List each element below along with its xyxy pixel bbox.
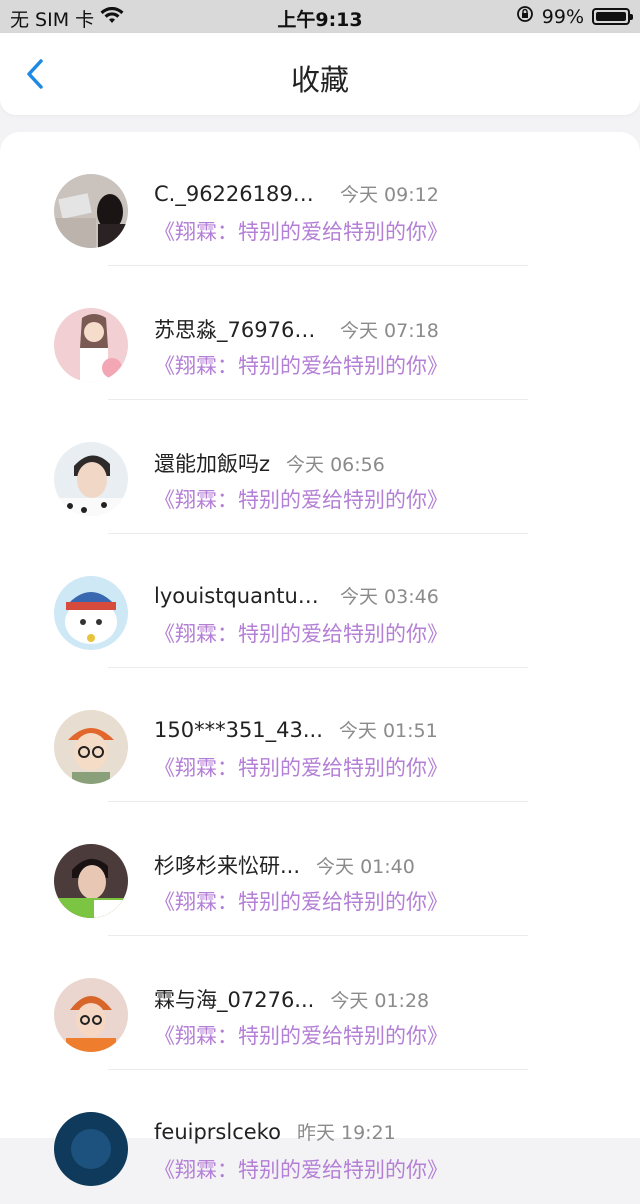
favorite-title[interactable]: 《翔霖：特别的爱给特别的你》: [154, 618, 448, 648]
battery-icon: [592, 8, 633, 25]
timestamp: 今天 06:56: [286, 454, 385, 476]
user-name: feuiprslceko: [154, 1120, 281, 1144]
timestamp: 今天 09:12: [340, 184, 439, 206]
timestamp: 今天 07:18: [340, 320, 439, 342]
avatar: [54, 844, 128, 918]
favorite-title[interactable]: 《翔霖：特别的爱给特别的你》: [154, 216, 448, 246]
timestamp: 今天 03:46: [340, 586, 439, 608]
user-name: 還能加飯吗z: [154, 452, 271, 476]
list-item[interactable]: 苏思淼_769761... 今天 07:18 《翔霖：特别的爱给特别的你》: [0, 266, 640, 400]
favorite-title[interactable]: 《翔霖：特别的爱给特别的你》: [154, 1020, 448, 1050]
user-name: C._962261891...: [154, 182, 324, 206]
user-name: 150***351_43...: [154, 718, 323, 742]
list-item[interactable]: 杉哆杉来忪研... 今天 01:40 《翔霖：特别的爱给特别的你》: [0, 802, 640, 936]
avatar: [54, 308, 128, 382]
orientation-lock-icon: [516, 5, 534, 28]
avatar: [54, 442, 128, 516]
user-name: 苏思淼_769761...: [154, 318, 324, 342]
list-item[interactable]: C._962261891... 今天 09:12 《翔霖：特别的爱给特别的你》: [0, 132, 640, 266]
favorite-title[interactable]: 《翔霖：特别的爱给特别的你》: [154, 752, 448, 782]
avatar: [54, 710, 128, 784]
favorite-title[interactable]: 《翔霖：特别的爱给特别的你》: [154, 484, 448, 514]
avatar: [54, 1112, 128, 1186]
page-title: 收藏: [290, 63, 349, 97]
list-item[interactable]: feuiprslceko 昨天 19:21 《翔霖：特别的爱给特别的你》: [0, 1070, 640, 1204]
timestamp: 今天 01:28: [330, 990, 430, 1012]
timestamp: 昨天 19:21: [296, 1122, 396, 1144]
list-item[interactable]: lyouistquantuo... 今天 03:46 《翔霖：特别的爱给特别的你…: [0, 534, 640, 668]
avatar: [54, 174, 128, 248]
battery-percent: 99%: [541, 5, 584, 28]
favorite-title[interactable]: 《翔霖：特别的爱给特别的你》: [154, 350, 448, 380]
list-item[interactable]: 還能加飯吗z 今天 06:56 《翔霖：特别的爱给特别的你》: [0, 400, 640, 534]
favorite-title[interactable]: 《翔霖：特别的爱给特别的你》: [154, 886, 448, 916]
user-name: 霖与海_07276...: [154, 988, 315, 1012]
user-name: lyouistquantuo...: [154, 584, 324, 608]
user-name: 杉哆杉来忪研...: [154, 854, 301, 878]
list-item[interactable]: 150***351_43... 今天 01:51 《翔霖：特别的爱给特别的你》: [0, 668, 640, 802]
timestamp: 今天 01:51: [338, 720, 438, 742]
favorites-list: C._962261891... 今天 09:12 《翔霖：特别的爱给特别的你》 …: [0, 132, 640, 1186]
timestamp: 今天 01:40: [316, 856, 415, 878]
avatar: [54, 978, 128, 1052]
status-bar: 无 SIM 卡 上午9:13 99%: [0, 0, 640, 33]
list-item[interactable]: 霖与海_07276... 今天 01:28 《翔霖：特别的爱给特别的你》: [0, 936, 640, 1070]
navigation-bar: 收藏: [0, 33, 640, 115]
avatar: [54, 576, 128, 650]
favorite-title[interactable]: 《翔霖：特别的爱给特别的你》: [154, 1154, 448, 1184]
